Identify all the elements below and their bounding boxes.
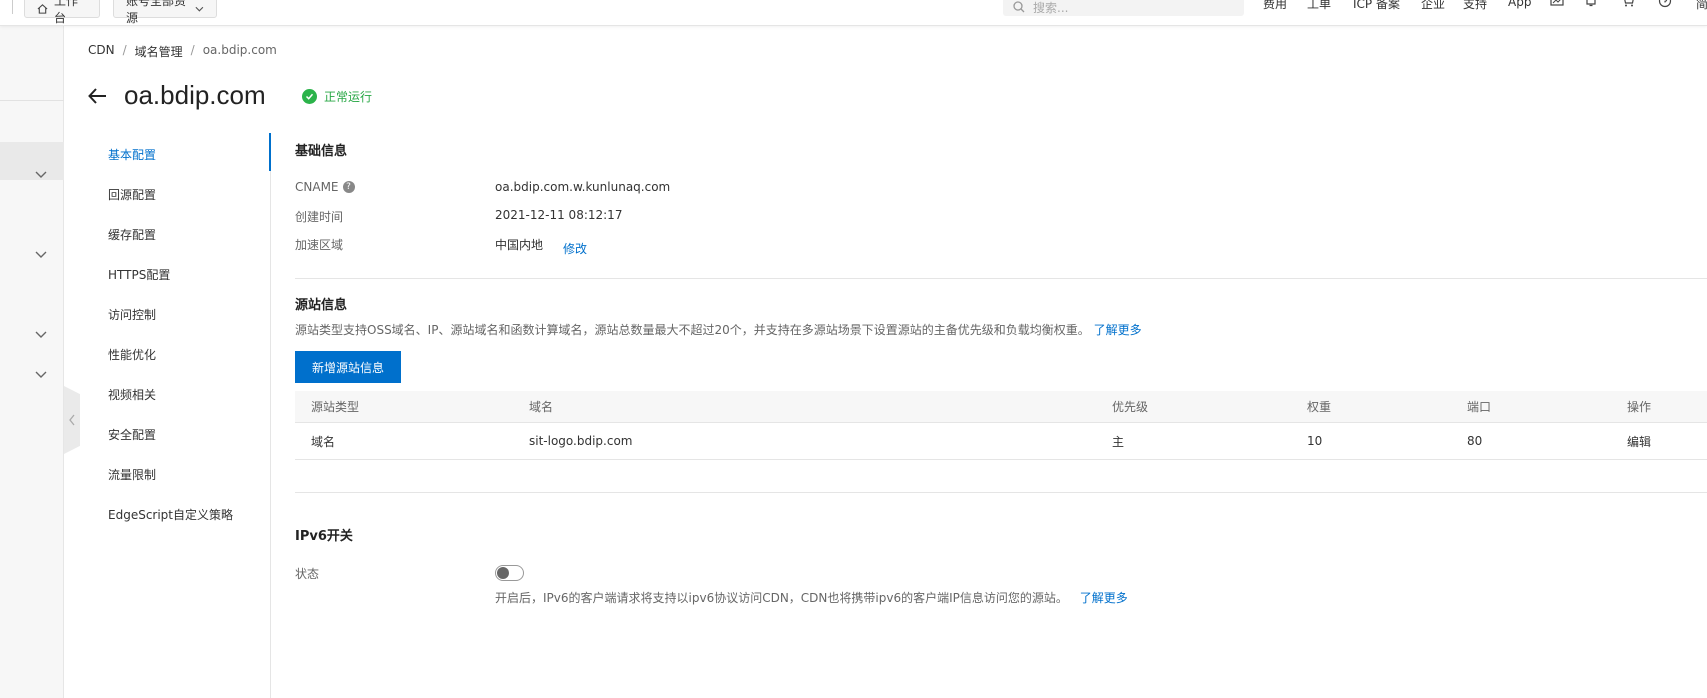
chevron-down-icon bbox=[195, 6, 204, 12]
add-origin-button[interactable]: 新增源站信息 bbox=[295, 351, 401, 383]
left-rail bbox=[0, 26, 64, 698]
origin-description: 源站类型支持OSS域名、IP、源站域名和函数计算域名，源站总数量最大不超过20个… bbox=[295, 321, 1142, 338]
column-header-domain: 域名 bbox=[529, 400, 554, 414]
menu-item-video[interactable]: 视频相关 bbox=[108, 386, 156, 403]
cell-priority: 主 bbox=[1112, 434, 1125, 449]
chevron-down-icon[interactable] bbox=[34, 330, 48, 340]
nav-billing[interactable]: 费用 bbox=[1263, 0, 1287, 12]
table-row: 域名 sit-logo.bdip.com 主 10 80 编辑 bbox=[295, 423, 1707, 460]
breadcrumb-current: oa.bdip.com bbox=[202, 43, 277, 57]
nav-support[interactable]: 支持 bbox=[1463, 0, 1487, 12]
column-header-priority: 优先级 bbox=[1112, 400, 1149, 414]
help-icon[interactable] bbox=[1658, 0, 1672, 8]
origin-learn-more-link[interactable]: 了解更多 bbox=[1094, 323, 1142, 337]
search-icon bbox=[1013, 1, 1025, 13]
region-label: 加速区域 bbox=[295, 238, 344, 252]
bell-icon[interactable] bbox=[1584, 0, 1598, 8]
chevron-down-icon[interactable] bbox=[34, 370, 48, 380]
menu-item-origin[interactable]: 回源配置 bbox=[108, 186, 156, 203]
chevron-left-icon bbox=[69, 414, 75, 426]
origin-info-title: 源站信息 bbox=[295, 298, 348, 313]
breadcrumb-separator: / bbox=[190, 43, 195, 57]
screen-icon[interactable] bbox=[1550, 0, 1564, 8]
breadcrumb-cdn[interactable]: CDN bbox=[88, 43, 115, 60]
cart-icon[interactable] bbox=[1621, 0, 1635, 8]
ipv6-title: IPv6开关 bbox=[295, 529, 353, 544]
cell-domain: sit-logo.bdip.com bbox=[529, 434, 633, 448]
region-value: 中国内地 bbox=[495, 238, 544, 252]
nav-tickets[interactable]: 工单 bbox=[1307, 0, 1331, 12]
toggle-knob bbox=[497, 567, 509, 579]
top-bar: 工作台 账号全部资源 搜索... 费用 工单 ICP 备案 企业 支持 App … bbox=[0, 0, 1707, 26]
check-circle-icon bbox=[302, 89, 317, 104]
created-label: 创建时间 bbox=[295, 210, 344, 224]
edit-origin-link[interactable]: 编辑 bbox=[1627, 423, 1651, 459]
basic-info-title: 基础信息 bbox=[295, 144, 348, 159]
nav-icp[interactable]: ICP 备案 bbox=[1353, 0, 1400, 12]
resource-label: 账号全部资源 bbox=[126, 0, 187, 25]
origin-description-text: 源站类型支持OSS域名、IP、源站域名和函数计算域名，源站总数量最大不超过20个… bbox=[295, 323, 1090, 337]
menu-item-https[interactable]: HTTPS配置 bbox=[108, 266, 170, 283]
column-header-action: 操作 bbox=[1627, 400, 1652, 414]
chevron-down-icon[interactable] bbox=[34, 170, 48, 180]
cname-value: oa.bdip.com.w.kunlunaq.com bbox=[495, 180, 671, 194]
status-badge: 正常运行 bbox=[302, 88, 372, 105]
topbar-divider bbox=[12, 0, 13, 14]
column-header-weight: 权重 bbox=[1307, 400, 1332, 414]
breadcrumb-separator: / bbox=[122, 43, 127, 57]
menu-item-access-control[interactable]: 访问控制 bbox=[108, 306, 156, 323]
nav-enterprise[interactable]: 企业 bbox=[1421, 0, 1445, 12]
rail-selected-item[interactable] bbox=[0, 142, 64, 180]
ipv6-learn-more-link[interactable]: 了解更多 bbox=[1080, 591, 1128, 605]
cell-type: 域名 bbox=[311, 434, 336, 449]
resource-selector[interactable]: 账号全部资源 bbox=[113, 0, 217, 25]
menu-divider bbox=[270, 133, 271, 698]
status-text: 正常运行 bbox=[324, 90, 373, 104]
ipv6-description-text: 开启后，IPv6的客户端请求将支持以ipv6协议访问CDN，CDN也将携带ipv… bbox=[495, 591, 1068, 605]
question-icon[interactable]: ? bbox=[342, 181, 355, 193]
menu-item-basic[interactable]: 基本配置 bbox=[108, 146, 156, 163]
menu-item-edgescript[interactable]: EdgeScript自定义策略 bbox=[108, 506, 233, 523]
created-value: 2021-12-11 08:12:17 bbox=[495, 208, 623, 222]
ipv6-toggle[interactable] bbox=[495, 565, 524, 581]
workbench-label: 工作台 bbox=[54, 0, 79, 25]
region-edit-link[interactable]: 修改 bbox=[563, 240, 587, 257]
section-divider bbox=[295, 278, 1707, 279]
cell-port: 80 bbox=[1467, 434, 1483, 448]
home-icon bbox=[37, 4, 48, 14]
back-arrow-icon[interactable] bbox=[86, 84, 110, 108]
breadcrumb-domain-management[interactable]: 域名管理 bbox=[135, 43, 183, 60]
menu-item-cache[interactable]: 缓存配置 bbox=[108, 226, 156, 243]
section-divider bbox=[295, 492, 1707, 493]
breadcrumb: CDN / 域名管理 / oa.bdip.com bbox=[88, 43, 277, 60]
rail-divider bbox=[0, 100, 64, 101]
menu-active-indicator bbox=[269, 133, 271, 171]
search-input[interactable]: 搜索... bbox=[1003, 0, 1244, 16]
cname-label-text: CNAME bbox=[295, 180, 339, 194]
page-title: oa.bdip.com bbox=[124, 80, 266, 110]
cname-label: CNAME ? bbox=[295, 180, 355, 194]
column-header-type: 源站类型 bbox=[311, 400, 360, 414]
cell-weight: 10 bbox=[1307, 434, 1323, 448]
ipv6-status-label: 状态 bbox=[295, 567, 320, 581]
ipv6-description: 开启后，IPv6的客户端请求将支持以ipv6协议访问CDN，CDN也将携带ipv… bbox=[495, 589, 1128, 606]
nav-overflow[interactable]: 简 bbox=[1696, 0, 1707, 12]
menu-item-rate-limit[interactable]: 流量限制 bbox=[108, 466, 156, 483]
nav-app[interactable]: App bbox=[1508, 0, 1531, 9]
column-header-port: 端口 bbox=[1467, 400, 1492, 414]
workbench-button[interactable]: 工作台 bbox=[24, 0, 100, 25]
collapse-rail-handle[interactable] bbox=[64, 386, 80, 454]
origin-table-header: 源站类型 域名 优先级 权重 端口 操作 bbox=[295, 391, 1707, 423]
chevron-down-icon[interactable] bbox=[34, 250, 48, 260]
menu-item-performance[interactable]: 性能优化 bbox=[108, 346, 156, 363]
menu-item-security[interactable]: 安全配置 bbox=[108, 426, 156, 443]
search-placeholder: 搜索... bbox=[1033, 0, 1069, 15]
